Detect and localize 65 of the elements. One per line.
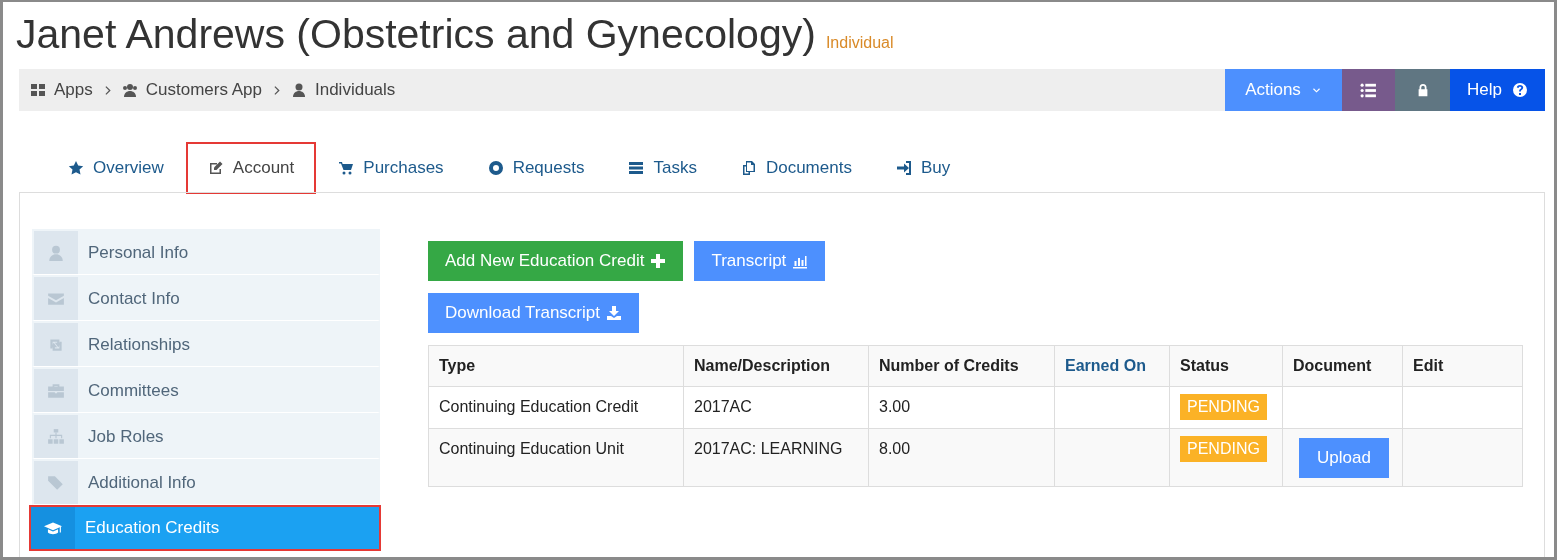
page-title: Janet Andrews (Obstetrics and Gynecology) bbox=[16, 10, 816, 59]
tab[interactable]: Purchases bbox=[316, 142, 466, 194]
sidebar-label: Job Roles bbox=[87, 425, 164, 448]
table-cell: Continuing Education Unit bbox=[428, 428, 684, 487]
cart-icon bbox=[338, 160, 355, 176]
sidebar-label: Contact Info bbox=[87, 287, 180, 310]
table-cell: 8.00 bbox=[868, 428, 1055, 487]
users-icon bbox=[121, 82, 138, 98]
bar-chart-icon bbox=[792, 253, 809, 269]
documents-icon bbox=[740, 160, 757, 176]
star-icon bbox=[68, 160, 84, 176]
sidebar-item[interactable]: Personal Info bbox=[32, 229, 380, 275]
lock-button[interactable] bbox=[1395, 69, 1450, 111]
tab[interactable]: Account bbox=[185, 142, 317, 194]
user-icon bbox=[291, 82, 307, 98]
table-cell: 2017AC bbox=[683, 386, 869, 429]
sidebar-item[interactable]: Contact Info bbox=[32, 275, 380, 321]
tab[interactable]: Overview bbox=[46, 142, 186, 194]
help-button[interactable]: Help bbox=[1450, 69, 1545, 111]
sidebar-item[interactable]: Job Roles bbox=[32, 413, 380, 459]
edit-icon bbox=[207, 160, 224, 176]
status-badge: PENDING bbox=[1180, 394, 1267, 420]
column-header: Document bbox=[1282, 345, 1403, 387]
breadcrumb-link[interactable]: Individuals bbox=[291, 80, 396, 100]
sidebar-label: Personal Info bbox=[87, 241, 189, 264]
table-cell: 3.00 bbox=[868, 386, 1055, 429]
tag-icon bbox=[47, 473, 65, 492]
actions-dropdown[interactable]: Actions bbox=[1225, 69, 1342, 111]
list-icon bbox=[628, 160, 645, 176]
sidebar-item[interactable]: Relationships bbox=[32, 321, 380, 367]
briefcase-icon bbox=[47, 381, 65, 400]
list-icon bbox=[1360, 81, 1377, 99]
lifebuoy-icon bbox=[487, 160, 504, 176]
sidebar-item[interactable]: Committees bbox=[32, 367, 380, 413]
table-cell: 2017AC: LEARNING bbox=[683, 428, 869, 487]
sidebar-item[interactable]: Additional Info bbox=[32, 459, 380, 505]
sidebar-label: Education Credits bbox=[84, 517, 220, 539]
column-header: Edit bbox=[1402, 345, 1523, 387]
plus-icon bbox=[650, 253, 667, 269]
user-icon bbox=[47, 243, 65, 262]
tab[interactable]: Requests bbox=[465, 142, 607, 194]
tab[interactable]: Buy bbox=[873, 142, 973, 194]
sidebar-label: Additional Info bbox=[87, 471, 196, 494]
sidebar-label: Relationships bbox=[87, 333, 191, 356]
column-header: Status bbox=[1169, 345, 1283, 387]
chart-button[interactable]: Transcript bbox=[694, 241, 826, 281]
column-header: Number of Credits bbox=[868, 345, 1055, 387]
sign-in-icon bbox=[895, 160, 912, 176]
record-type-label: Individual bbox=[825, 34, 894, 52]
breadcrumb-link[interactable]: Customers App bbox=[121, 80, 262, 100]
upload-button[interactable]: Upload bbox=[1299, 438, 1389, 478]
apps-icon bbox=[30, 82, 46, 98]
download-button[interactable]: Download Transcript bbox=[428, 293, 639, 333]
tab[interactable]: Tasks bbox=[606, 142, 719, 194]
sidebar-label: Committees bbox=[87, 379, 179, 402]
status-badge: PENDING bbox=[1180, 436, 1267, 462]
download-icon bbox=[605, 305, 622, 321]
breadcrumb-link[interactable]: Apps bbox=[30, 80, 93, 100]
list-button[interactable] bbox=[1342, 69, 1395, 111]
help-icon bbox=[1512, 82, 1528, 98]
tab[interactable]: Documents bbox=[718, 142, 874, 194]
table-cell: Continuing Education Credit bbox=[428, 386, 684, 429]
column-header: Name/Description bbox=[683, 345, 869, 387]
column-header: Type bbox=[428, 345, 684, 387]
sitemap-icon bbox=[47, 427, 65, 446]
